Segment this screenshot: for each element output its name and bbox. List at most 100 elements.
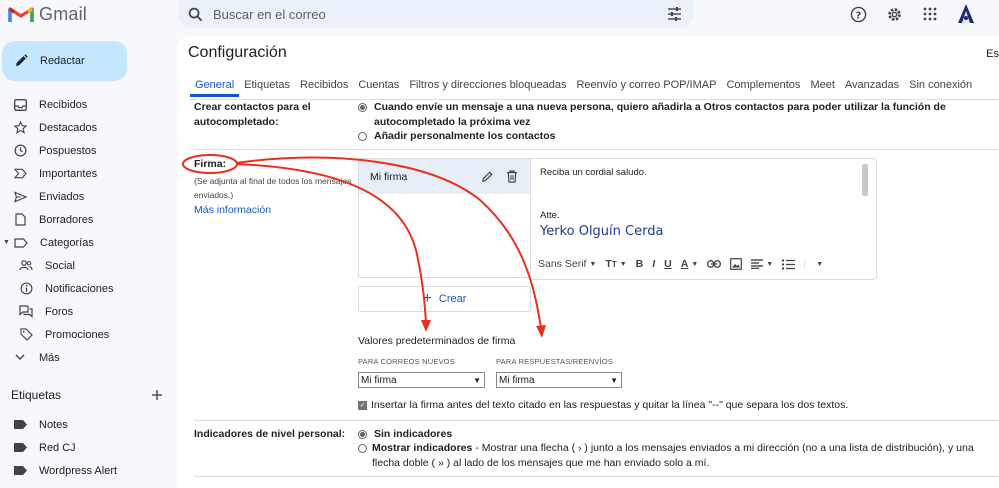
sidebar-item-destacados[interactable]: Destacados	[0, 116, 176, 139]
italic-icon[interactable]: I	[652, 258, 655, 270]
page-title: Configuración	[188, 44, 287, 61]
sidebar-item-label: Pospuestos	[39, 144, 97, 157]
label-item-text: Wordpress Alert	[39, 464, 118, 477]
editor-signature-name: Yerko Olguín Cerda	[540, 224, 664, 239]
insert-signature-checkbox[interactable]: ✓	[358, 400, 367, 410]
language-label[interactable]: Es	[986, 48, 999, 60]
draft-icon	[12, 212, 28, 228]
important-icon	[12, 166, 28, 182]
signature-editor[interactable]: Reciba un cordial saludo. Atte. Yerko Ol…	[531, 158, 877, 280]
settings-gear-icon[interactable]	[883, 3, 905, 25]
font-family-select[interactable]: Sans Serif ▼	[538, 258, 596, 270]
more-info-link[interactable]: Más información	[194, 204, 271, 216]
tab-avanzadas[interactable]: Avanzadas	[840, 76, 904, 97]
search-options-icon[interactable]	[667, 7, 682, 21]
reply-caption: PARA RESPUESTAS/REENVÍOS	[496, 357, 614, 366]
inbox-icon	[12, 97, 28, 113]
sidebar-item-categorias[interactable]: ▼ Categorías	[0, 231, 176, 254]
tab-etiquetas[interactable]: Etiquetas	[239, 76, 295, 97]
caret-down-icon[interactable]: ▼	[3, 239, 11, 246]
indicators-option-none[interactable]: Sin indicadores	[358, 427, 452, 442]
compose-button[interactable]: Redactar	[2, 41, 127, 81]
radio-selected[interactable]	[358, 103, 367, 112]
sidebar-item-borradores[interactable]: Borradores	[0, 208, 176, 231]
tab-meet[interactable]: Meet	[805, 76, 839, 97]
signature-item-name: Mi firma	[370, 170, 408, 183]
create-signature-button[interactable]: + Crear	[358, 286, 531, 312]
label-item-text: Notes	[39, 418, 68, 431]
signature-defaults-title: Valores predeterminados de firma	[358, 335, 516, 347]
sidebar-item-promociones[interactable]: Promociones	[0, 323, 176, 346]
sidebar-item-enviados[interactable]: Enviados	[0, 185, 176, 208]
tab-filtros[interactable]: Filtros y direcciones bloqueadas	[404, 76, 571, 97]
sidebar-item-mas[interactable]: Más	[0, 346, 176, 369]
apps-grid-icon[interactable]	[919, 3, 941, 25]
font-size-icon[interactable]: T T ▼	[605, 258, 626, 270]
radio-selected[interactable]	[358, 430, 367, 439]
chevron-down-icon: ▼	[473, 375, 481, 385]
link-icon[interactable]	[707, 260, 722, 268]
chevron-down-icon	[12, 350, 28, 366]
sidebar-item-pospuestos[interactable]: Pospuestos	[0, 139, 176, 162]
sidebar-item-foros[interactable]: Foros	[0, 300, 176, 323]
search-bar[interactable]: Buscar en el correo	[178, 0, 694, 28]
sidebar-item-social[interactable]: Social	[0, 254, 176, 277]
sidebar-item-label: Recibidos	[39, 98, 88, 111]
account-avatar[interactable]	[955, 3, 977, 25]
tab-general[interactable]: General	[190, 76, 240, 97]
underline-icon[interactable]: U	[664, 258, 672, 270]
contacts-option-auto[interactable]: Cuando envíe un mensaje a una nueva pers…	[358, 100, 958, 130]
info-icon	[18, 281, 34, 297]
compose-label: Redactar	[40, 55, 85, 67]
tab-recibidos[interactable]: Recibidos	[295, 76, 353, 97]
tag-icon	[18, 327, 34, 343]
sidebar-nav: Recibidos Destacados Pospuestos Importan…	[0, 93, 176, 369]
label-item-notes[interactable]: Notes	[0, 413, 117, 436]
reply-signature-select[interactable]: Mi firma ▼	[496, 372, 622, 388]
more-formatting-icon[interactable]: ▼	[804, 260, 823, 268]
new-mail-signature-select[interactable]: Mi firma ▼	[358, 372, 485, 388]
sidebar-item-label: Promociones	[45, 328, 110, 341]
numbered-list-icon[interactable]	[782, 259, 796, 270]
editor-line: Reciba un cordial saludo.	[540, 167, 647, 178]
radio-label-bold: Mostrar indicadores	[372, 442, 473, 454]
text-color-icon[interactable]: A ▼	[681, 258, 699, 270]
add-label-icon[interactable]	[151, 389, 163, 401]
label-item-red-cj[interactable]: Red CJ	[0, 436, 117, 459]
image-icon[interactable]	[730, 258, 743, 270]
signature-item[interactable]: Mi firma	[359, 159, 530, 194]
editor-scrollbar[interactable]	[862, 164, 868, 196]
editor-line: Atte.	[540, 210, 560, 221]
labels-list: Notes Red CJ Wordpress Alert	[0, 413, 117, 482]
sidebar-item-notificaciones[interactable]: Notificaciones	[0, 277, 176, 300]
edit-pencil-icon[interactable]	[481, 170, 494, 183]
search-input[interactable]: Buscar en el correo	[213, 7, 667, 22]
bold-icon[interactable]: B	[636, 258, 644, 270]
font-family-label: Sans Serif	[538, 258, 587, 270]
delete-trash-icon[interactable]	[506, 170, 518, 183]
search-icon[interactable]	[188, 7, 203, 22]
align-icon[interactable]: ▼	[751, 259, 773, 269]
sidebar-item-recibidos[interactable]: Recibidos	[0, 93, 176, 116]
top-toolbar: ?	[847, 3, 977, 25]
select-value: Mi firma	[499, 374, 535, 386]
gmail-logo[interactable]: Gmail	[8, 2, 87, 26]
tab-reenvio[interactable]: Reenvío y correo POP/IMAP	[571, 76, 721, 97]
indicators-label: Indicadores de nivel personal:	[194, 428, 346, 440]
radio-unselected[interactable]	[358, 444, 367, 453]
settings-panel: Configuración Es General Etiquetas Recib…	[177, 36, 999, 488]
radio-label: Añadir personalmente los contactos	[374, 130, 556, 142]
insert-signature-checkbox-row[interactable]: ✓ Insertar la firma antes del texto cita…	[358, 399, 848, 411]
sidebar-item-importantes[interactable]: Importantes	[0, 162, 176, 185]
sidebar-item-label: Importantes	[39, 167, 98, 180]
label-item-wordpress-alert[interactable]: Wordpress Alert	[0, 459, 117, 482]
svg-text:?: ?	[855, 10, 860, 21]
tab-sin-conexion[interactable]: Sin conexión	[904, 76, 977, 97]
radio-unselected[interactable]	[358, 132, 367, 141]
contacts-option-manual[interactable]: Añadir personalmente los contactos	[358, 129, 555, 144]
contacts-setting-label: Crear contactos para el autocompletado:	[194, 101, 311, 128]
help-icon[interactable]: ?	[847, 3, 869, 25]
tab-cuentas[interactable]: Cuentas	[353, 76, 404, 97]
tab-complementos[interactable]: Complementos	[721, 76, 805, 97]
sidebar-item-label: Social	[45, 259, 75, 272]
